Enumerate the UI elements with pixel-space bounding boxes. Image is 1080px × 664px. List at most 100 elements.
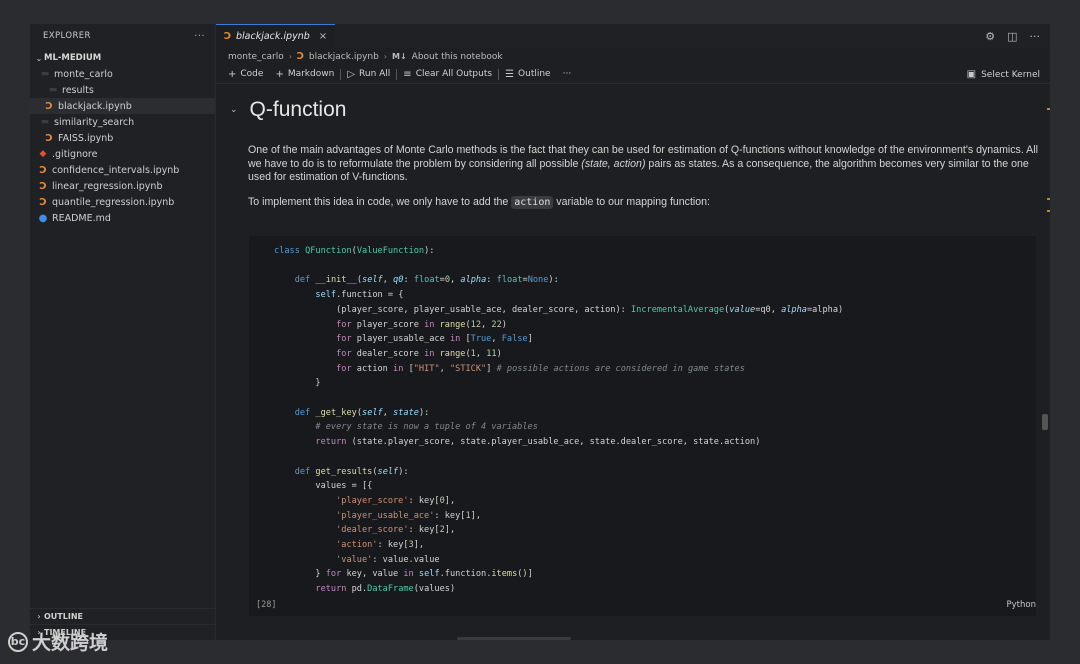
code-cell[interactable]: class QFunction(ValueFunction): def __in… (249, 236, 1036, 616)
close-icon[interactable]: × (319, 31, 327, 42)
add-markdown-label: Markdown (287, 69, 335, 79)
markdown-icon: M↓ (392, 52, 407, 61)
run-all-label: Run All (359, 69, 391, 79)
code-editor[interactable]: class QFunction(ValueFunction): def __in… (274, 244, 843, 597)
chevron-down-icon[interactable]: ⌄ (230, 105, 238, 115)
chevron-down-icon: ⌄ (35, 53, 43, 63)
outline-label: Outline (518, 69, 551, 79)
tree-item-label: monte_carlo (54, 68, 113, 80)
explorer-title: EXPLORER (43, 31, 91, 41)
paragraph-text: variable to our mapping function: (553, 196, 711, 208)
tree-item-label: blackjack.ipynb (58, 100, 132, 112)
tree-item-label: results (62, 84, 94, 96)
split-editor-icon[interactable]: ◫ (1007, 30, 1017, 43)
explorer-header: EXPLORER ··· (30, 24, 215, 48)
gear-icon[interactable]: ⚙ (985, 30, 995, 43)
folder-icon: ▬ (40, 117, 50, 127)
clear-all-label: Clear All Outputs (415, 69, 493, 79)
overview-ruler-mark (1047, 108, 1050, 110)
tree-item-label: .gitignore (52, 148, 98, 160)
execution-count: [28] (256, 600, 277, 610)
chevron-right-icon: › (383, 52, 387, 61)
explorer-more-icon[interactable]: ··· (194, 31, 205, 42)
kernel-icon: ▣ (966, 69, 977, 80)
breadcrumb-folder[interactable]: monte_carlo (228, 52, 284, 62)
outline-button[interactable]: ☰ Outline (499, 69, 557, 80)
tree-item-label: quantile_regression.ipynb (52, 196, 175, 208)
clear-all-icon: ≡ (403, 68, 412, 80)
breadcrumb: monte_carlo › Ͻ blackjack.ipynb › M↓ Abo… (216, 48, 1050, 65)
folder-icon: ▬ (48, 85, 58, 95)
outline-section[interactable]: › OUTLINE (30, 608, 216, 624)
workspace-root[interactable]: ⌄ ML-MEDIUM (30, 50, 215, 66)
notebook-icon: Ͻ (39, 196, 47, 208)
tree-item-label: confidence_intervals.ipynb (52, 164, 180, 176)
tree-item-faiss[interactable]: Ͻ FAISS.ipynb (30, 130, 215, 146)
tree-item-gitignore[interactable]: ◆ .gitignore (30, 146, 215, 162)
tree-item-confidence-intervals[interactable]: Ͻ confidence_intervals.ipynb (30, 162, 215, 178)
add-code-button[interactable]: + Code (222, 69, 269, 80)
tree-item-linear-regression[interactable]: Ͻ linear_regression.ipynb (30, 178, 215, 194)
home-indicator (457, 637, 571, 640)
toolbar-more-button[interactable]: ··· (557, 69, 578, 79)
outline-label: OUTLINE (44, 612, 83, 621)
tree-item-label: FAISS.ipynb (58, 132, 114, 144)
cell-language-button[interactable]: Python (1007, 600, 1036, 610)
notebook-toolbar: + Code + Markdown ▷ Run All ≡ Clear All … (216, 65, 1050, 84)
watermark: bc 大数跨境 (8, 628, 108, 655)
markdown-heading-cell[interactable]: ⌄ Q-function (230, 98, 346, 122)
explorer-sidebar: EXPLORER ··· ⌄ ML-MEDIUM ▬ monte_carlo ▬… (30, 24, 216, 640)
tree-item-quantile-regression[interactable]: Ͻ quantile_regression.ipynb (30, 194, 215, 210)
vscode-window: EXPLORER ··· ⌄ ML-MEDIUM ▬ monte_carlo ▬… (30, 24, 1050, 640)
notebook-icon: Ͻ (45, 132, 53, 144)
overview-ruler-mark (1047, 198, 1050, 200)
breadcrumb-section[interactable]: About this notebook (412, 52, 503, 62)
markdown-paragraph: To implement this idea in code, we only … (248, 196, 1044, 210)
tree-item-label: README.md (52, 212, 111, 224)
add-code-label: Code (240, 69, 264, 79)
clear-all-outputs-button[interactable]: ≡ Clear All Outputs (397, 69, 498, 80)
notebook-editor: Ͻ blackjack.ipynb × ⚙ ◫ ··· monte_carlo … (216, 24, 1050, 640)
select-kernel-button[interactable]: ▣ Select Kernel (967, 65, 1040, 84)
watermark-text: 大数跨境 (32, 632, 109, 654)
notebook-icon: Ͻ (45, 100, 53, 112)
watermark-logo-icon: bc (8, 631, 28, 652)
run-all-icon: ▷ (347, 68, 356, 80)
tab-blackjack[interactable]: Ͻ blackjack.ipynb × (216, 24, 336, 48)
tree-item-results[interactable]: ▬ results (30, 82, 215, 98)
plus-icon: + (228, 68, 237, 80)
markdown-paragraph: One of the main advantages of Monte Carl… (248, 144, 1044, 185)
run-all-button[interactable]: ▷ Run All (341, 69, 396, 80)
chevron-right-icon: › (37, 612, 41, 621)
folder-icon: ▬ (40, 69, 50, 79)
list-icon: ☰ (505, 68, 515, 80)
workspace-root-label: ML-MEDIUM (44, 53, 102, 63)
paragraph-text: To implement this idea in code, we only … (248, 196, 512, 208)
section-heading: Q-function (249, 98, 347, 121)
notebook-icon: Ͻ (224, 31, 231, 42)
tab-bar: Ͻ blackjack.ipynb × ⚙ ◫ ··· (216, 24, 1050, 48)
tree-item-label: linear_regression.ipynb (52, 180, 163, 192)
scrollbar-thumb[interactable] (1042, 414, 1048, 430)
add-markdown-button[interactable]: + Markdown (269, 69, 340, 80)
notebook-icon: Ͻ (39, 164, 47, 176)
tree-item-monte-carlo[interactable]: ▬ monte_carlo (30, 66, 215, 82)
overview-ruler-mark (1047, 210, 1050, 212)
tree-item-similarity-search[interactable]: ▬ similarity_search (30, 114, 215, 130)
info-icon: ● (38, 212, 48, 224)
git-icon: ◆ (39, 149, 47, 159)
notebook-icon: Ͻ (296, 51, 304, 62)
more-actions-icon[interactable]: ··· (1030, 30, 1041, 43)
paragraph-emphasis: (state, action) (581, 157, 646, 170)
plus-icon: + (275, 68, 284, 80)
editor-actions: ⚙ ◫ ··· (985, 24, 1040, 48)
chevron-right-icon: › (288, 52, 292, 61)
breadcrumb-file[interactable]: blackjack.ipynb (309, 52, 379, 62)
tree-item-blackjack[interactable]: Ͻ blackjack.ipynb (30, 98, 215, 114)
select-kernel-label: Select Kernel (981, 69, 1040, 80)
tab-label: blackjack.ipynb (235, 31, 310, 42)
inline-code: action (511, 196, 554, 209)
tree-item-readme[interactable]: ● README.md (30, 210, 215, 226)
notebook-content: ⌄ Q-function One of the main advantages … (216, 86, 1050, 640)
notebook-icon: Ͻ (39, 180, 47, 192)
